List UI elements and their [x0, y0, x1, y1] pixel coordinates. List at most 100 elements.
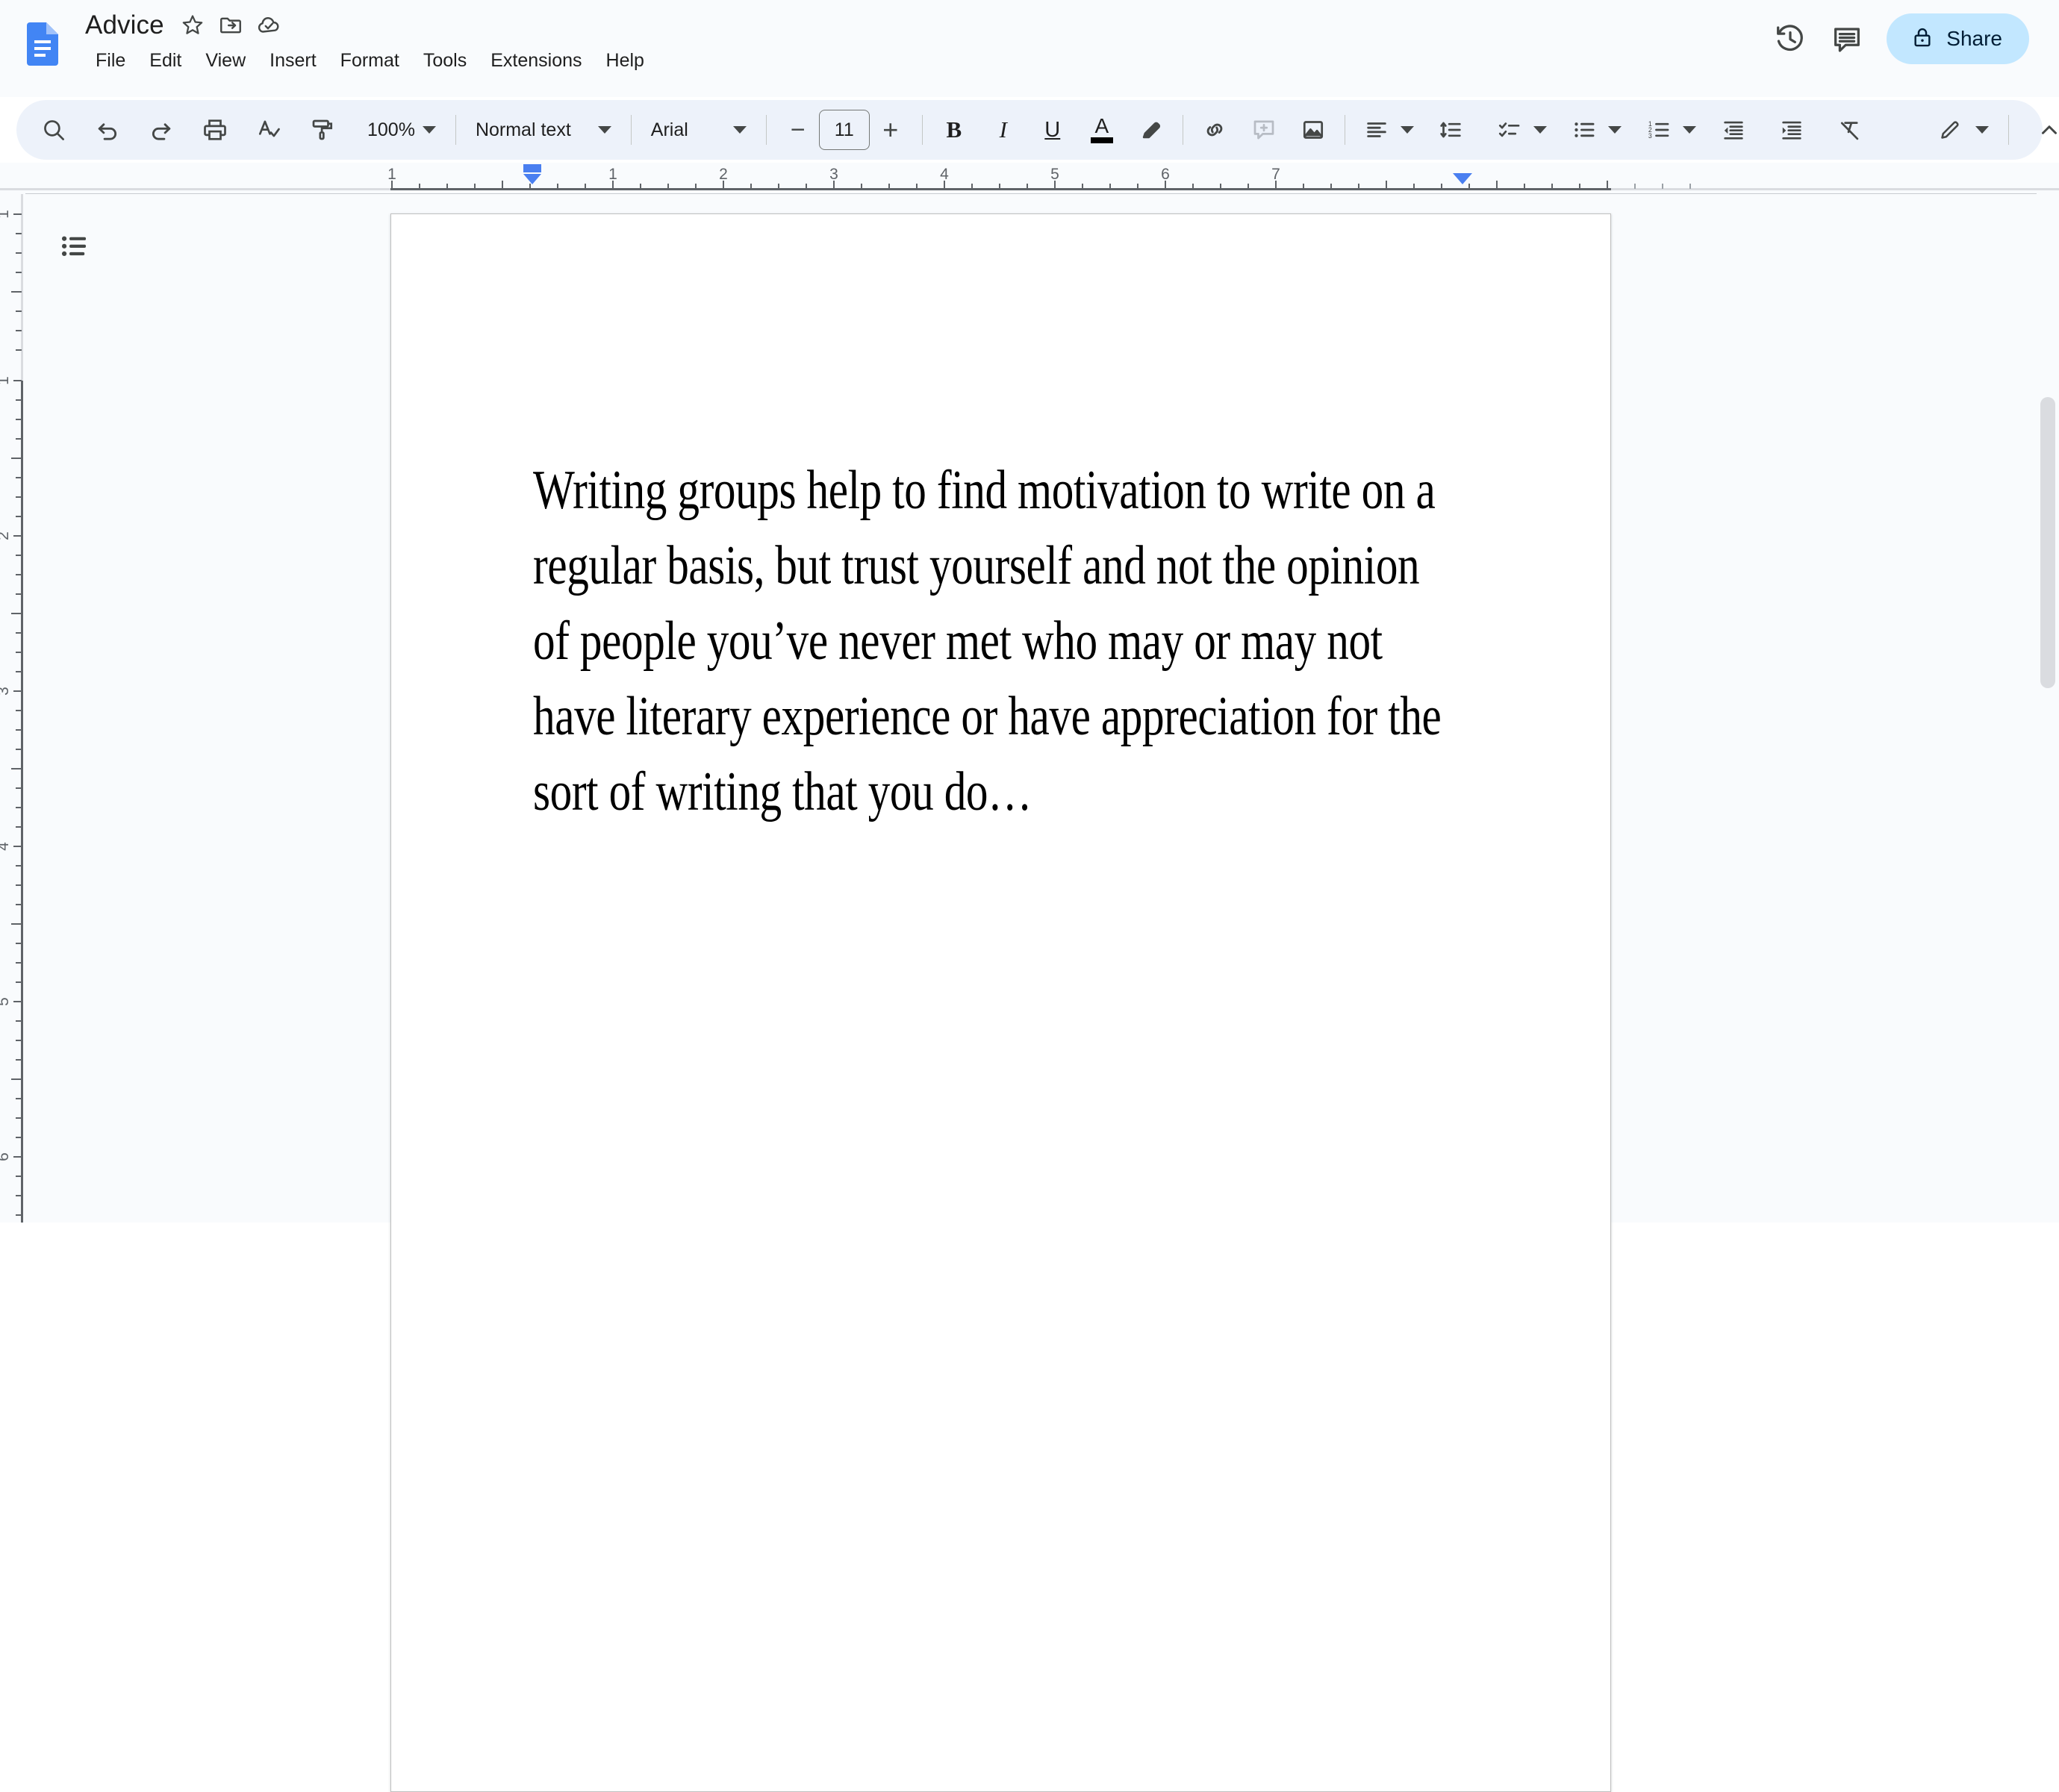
ruler-tick-label: 6 — [0, 1152, 12, 1161]
undo-button[interactable] — [87, 109, 128, 151]
vertical-ruler[interactable]: 1 1 2 3 4 5 6 — [0, 194, 25, 1223]
underline-button[interactable]: U — [1032, 109, 1074, 151]
italic-button[interactable]: I — [982, 109, 1024, 151]
star-icon[interactable] — [180, 13, 205, 38]
print-button[interactable] — [194, 109, 236, 151]
increase-indent-button[interactable] — [1771, 109, 1813, 151]
horizontal-ruler[interactable]: 1 1 2 3 4 5 6 7 — [0, 163, 2059, 194]
docs-logo-icon[interactable] — [27, 22, 58, 66]
ruler-tick-label: 3 — [829, 166, 838, 183]
decrease-indent-button[interactable] — [1713, 109, 1754, 151]
document-title-row: Advice — [82, 9, 281, 42]
increase-font-size-button[interactable]: + — [870, 109, 912, 151]
decrease-font-size-button[interactable]: − — [777, 109, 819, 151]
svg-text:3: 3 — [1648, 132, 1652, 140]
plus-icon: + — [882, 114, 899, 145]
toolbar-divider — [921, 115, 923, 145]
editing-mode-button[interactable] — [1929, 109, 1971, 151]
ruler-tick-label: 4 — [0, 842, 12, 851]
share-button[interactable]: Share — [1887, 13, 2029, 64]
chevron-down-icon — [422, 126, 436, 134]
vertical-scrollbar-thumb[interactable] — [2040, 397, 2055, 688]
add-comment-button[interactable] — [1243, 109, 1285, 151]
chevron-down-icon — [732, 126, 747, 134]
paragraph-style-dropdown[interactable]: Normal text — [467, 108, 620, 152]
text-color-swatch — [1090, 137, 1113, 144]
vertical-scrollbar-track[interactable] — [2037, 194, 2059, 1223]
ruler-tick-label: 2 — [0, 531, 12, 540]
ruler-tick-label: 5 — [0, 997, 12, 1006]
toolbar-divider — [630, 115, 632, 145]
ruler-tick-label: 6 — [1161, 166, 1170, 183]
header-actions: Share — [1773, 13, 2029, 64]
ruler-tick-label: 1 — [0, 376, 12, 385]
menu-extensions[interactable]: Extensions — [479, 46, 594, 75]
font-family-value: Arial — [650, 119, 688, 140]
search-button[interactable] — [33, 109, 75, 151]
chevron-down-icon[interactable] — [1682, 126, 1696, 134]
checklist-button[interactable] — [1489, 109, 1530, 151]
font-family-dropdown[interactable]: Arial — [642, 108, 756, 152]
show-document-outline-button[interactable] — [48, 219, 102, 273]
bold-button[interactable]: B — [933, 109, 975, 151]
numbered-list-button[interactable]: 1 2 3 — [1638, 109, 1680, 151]
menu-format[interactable]: Format — [328, 46, 411, 75]
bulleted-list-button[interactable] — [1563, 109, 1605, 151]
zoom-value: 100% — [367, 119, 415, 140]
highlight-color-button[interactable] — [1130, 109, 1172, 151]
line-spacing-button[interactable] — [1430, 109, 1472, 151]
ruler-tick-label: 1 — [608, 166, 617, 183]
insert-image-button[interactable] — [1292, 109, 1334, 151]
ruler-tick-label: 4 — [940, 166, 949, 183]
ruler-tick-label: 1 — [0, 210, 12, 219]
paint-format-button[interactable] — [302, 109, 343, 151]
document-body[interactable]: Writing groups help to find motivation t… — [533, 453, 1459, 830]
chevron-down-icon[interactable] — [1607, 126, 1622, 134]
menu-help[interactable]: Help — [594, 46, 656, 75]
menu-file[interactable]: File — [84, 46, 137, 75]
clear-formatting-button[interactable] — [1829, 109, 1871, 151]
underline-label: U — [1044, 117, 1061, 142]
right-indent-marker[interactable] — [1451, 172, 1474, 194]
menu-tools[interactable]: Tools — [411, 46, 479, 75]
minus-icon: − — [790, 116, 806, 144]
bold-label: B — [946, 116, 962, 143]
cloud-check-icon[interactable] — [256, 13, 281, 38]
lock-icon — [1910, 25, 1934, 53]
font-size-input[interactable]: 11 — [818, 110, 870, 150]
collapse-menus-button[interactable] — [2028, 109, 2059, 151]
ruler-tick-label: 1 — [387, 166, 396, 183]
left-indent-marker[interactable] — [519, 164, 546, 195]
menu-insert[interactable]: Insert — [258, 46, 328, 75]
chevron-down-icon — [597, 126, 611, 134]
move-to-folder-icon[interactable] — [218, 13, 243, 38]
text-color-button[interactable]: A — [1081, 109, 1123, 151]
align-button[interactable] — [1356, 109, 1398, 151]
ruler-tick-label: 7 — [1271, 166, 1280, 183]
share-label: Share — [1946, 27, 2002, 50]
text-color-label: A — [1094, 113, 1109, 137]
toolbar-divider — [455, 115, 456, 145]
menu-view[interactable]: View — [193, 46, 258, 75]
zoom-dropdown[interactable]: 100% — [358, 108, 445, 152]
spellcheck-button[interactable] — [248, 109, 290, 151]
chevron-down-icon[interactable] — [1975, 126, 1989, 134]
menu-edit[interactable]: Edit — [137, 46, 193, 75]
ruler-tick-label: 2 — [719, 166, 728, 183]
version-history-icon[interactable] — [1773, 22, 1807, 56]
paragraph-style-value: Normal text — [475, 119, 571, 140]
document-paragraph[interactable]: Writing groups help to find motivation t… — [533, 453, 1456, 830]
ruler-tick-label: 5 — [1050, 166, 1059, 183]
toolbar-divider — [765, 115, 767, 145]
page-title[interactable]: Advice — [82, 9, 167, 42]
app-header: Advice File Edit View Insert Format Tool… — [0, 0, 2059, 97]
redo-button[interactable] — [140, 109, 182, 151]
comment-icon[interactable] — [1830, 22, 1864, 56]
ruler-tick-label: 3 — [0, 687, 12, 696]
chevron-down-icon[interactable] — [1533, 126, 1547, 134]
chevron-down-icon[interactable] — [1400, 126, 1414, 134]
document-page[interactable]: Writing groups help to find motivation t… — [390, 213, 1611, 1792]
main-toolbar: 100% Normal text Arial − 11 + B I U A 1 … — [16, 100, 2057, 160]
insert-link-button[interactable] — [1194, 109, 1236, 151]
toolbar-region: 100% Normal text Arial − 11 + B I U A 1 … — [0, 97, 2059, 163]
